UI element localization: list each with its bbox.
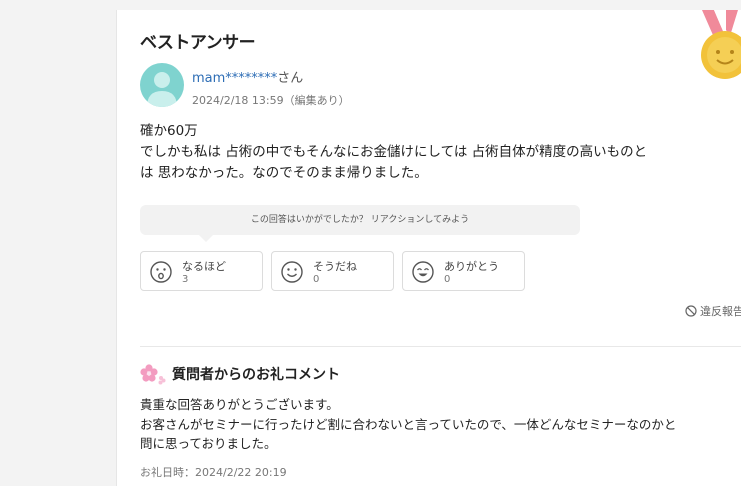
post-date: 2024/2/18 13:59（編集あり）	[192, 94, 350, 107]
reaction-label: なるほど	[182, 260, 226, 273]
reaction-naruhodo-button[interactable]: なるほど 3	[140, 251, 263, 291]
section-divider	[140, 346, 741, 347]
reaction-count: 0	[313, 274, 320, 285]
thanks-title-text: 質問者からのお礼コメント	[172, 367, 340, 383]
happy-face-icon	[412, 261, 434, 283]
flower-icon	[140, 364, 166, 385]
bubble-tail	[199, 235, 213, 242]
reaction-label: そうだね	[313, 260, 357, 273]
thanks-date: お礼日時：2024/2/22 20:19	[140, 466, 287, 479]
user-name-link[interactable]: mam********さん	[192, 67, 303, 86]
reaction-count: 0	[444, 274, 451, 285]
reaction-label: ありがとう	[444, 260, 499, 273]
answer-body: 確か60万 でしかも私は 占術の中でもそんなにお金儲けにしては 占術自体が精度の…	[140, 123, 648, 181]
thanks-title: 質問者からのお礼コメント	[140, 363, 340, 385]
thanks-body: 貴重な回答ありがとうございます。 お客さんがセミナーに行ったけど割に合わないと言…	[140, 397, 677, 451]
best-answer-card: ベストアンサー mam********さん 2024/2/18 13:59（編集…	[116, 10, 741, 486]
user-silhouette-icon	[147, 72, 177, 107]
report-link[interactable]: 違反報告	[685, 303, 741, 319]
reaction-prompt: この回答はいかがでしたか？ リアクションしてみよう	[140, 205, 580, 235]
section-title: ベストアンサー	[140, 33, 256, 53]
user-suffix: さん	[277, 71, 304, 86]
surprised-face-icon	[150, 261, 172, 283]
prohibited-icon	[685, 305, 697, 317]
smile-face-icon	[281, 261, 303, 283]
report-label[interactable]: 違反報告	[700, 303, 741, 319]
reaction-arigatou-button[interactable]: ありがとう 0	[402, 251, 525, 291]
avatar[interactable]	[140, 63, 184, 107]
reaction-count: 3	[182, 274, 189, 285]
user-name[interactable]: mam********	[192, 71, 277, 86]
medal-icon	[701, 10, 741, 79]
reaction-soudane-button[interactable]: そうだね 0	[271, 251, 394, 291]
